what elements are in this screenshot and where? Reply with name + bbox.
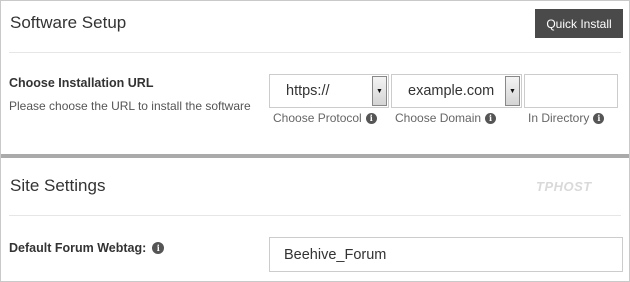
software-setup-panel: Software Setup Quick Install Choose Inst… [0,0,630,282]
domain-hint-label: Choose Domain [395,111,482,125]
forum-webtag-label-row: Default Forum Webtag: i [9,241,165,255]
forum-webtag-input[interactable] [269,237,623,272]
domain-hint: Choose Domain i [395,111,497,125]
section-separator [1,154,629,158]
quick-install-button[interactable]: Quick Install [535,9,623,38]
info-icon[interactable]: i [485,112,497,124]
triangle-down-icon[interactable]: ▼ [372,76,387,106]
section-divider [9,52,621,53]
domain-value: example.com [408,83,495,99]
directory-hint-label: In Directory [528,111,590,125]
install-url-description: Please choose the URL to install the sof… [9,99,251,113]
domain-select[interactable]: example.com ▼ [391,74,522,108]
info-icon[interactable]: i [152,242,165,254]
directory-hint: In Directory i [528,111,605,125]
site-settings-title: Site Settings [10,176,106,195]
triangle-down-icon[interactable]: ▼ [505,76,520,106]
install-url-label: Choose Installation URL [9,76,154,90]
section-divider [9,215,621,216]
info-icon[interactable]: i [593,112,605,124]
protocol-value: https:// [286,83,330,99]
directory-input[interactable] [524,74,618,108]
software-setup-title: Software Setup [10,13,127,32]
forum-webtag-label: Default Forum Webtag: [9,241,147,255]
tphost-watermark: TPHOST [536,179,592,194]
protocol-hint: Choose Protocol i [273,111,377,125]
info-icon[interactable]: i [365,112,377,124]
protocol-hint-label: Choose Protocol [273,111,362,125]
protocol-select[interactable]: https:// ▼ [269,74,389,108]
